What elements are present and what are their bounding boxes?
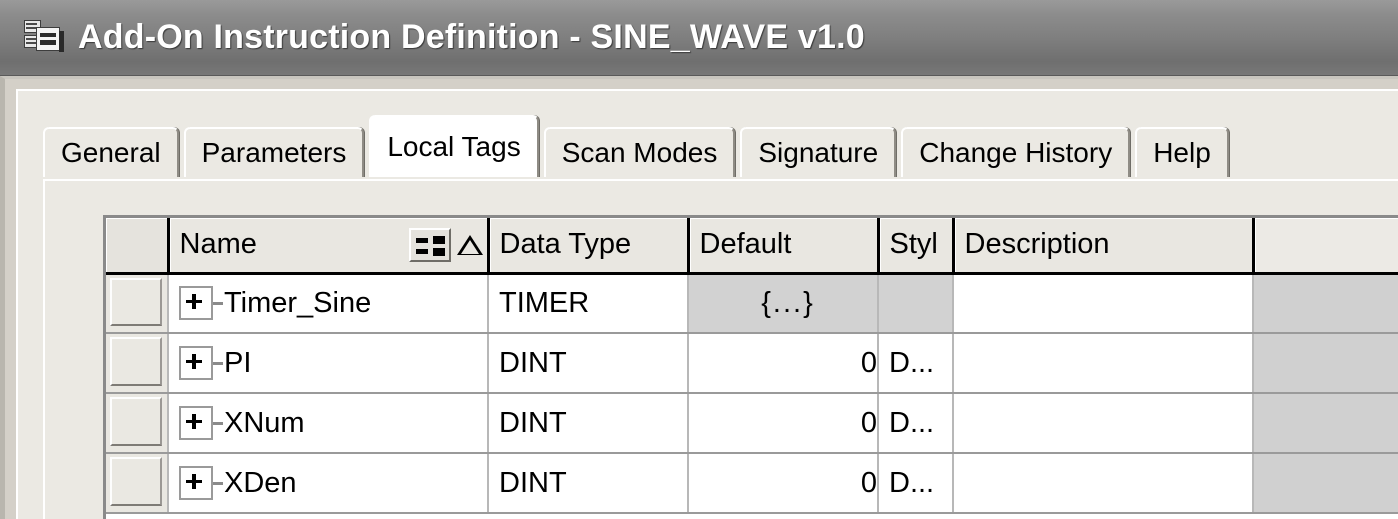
tab-scan-modes[interactable]: Scan Modes <box>543 127 736 177</box>
expand-icon[interactable] <box>179 346 213 380</box>
window-titlebar: Add-On Instruction Definition - SINE_WAV… <box>0 0 1398 76</box>
row-selector[interactable] <box>106 393 169 454</box>
add-on-instruction-icon <box>24 18 64 58</box>
dialog-body: General Parameters Local Tags Scan Modes… <box>0 76 1398 519</box>
expand-icon[interactable] <box>179 466 213 500</box>
tab-help[interactable]: Help <box>1135 127 1229 177</box>
sort-ascending-icon[interactable] <box>456 234 483 255</box>
cell-style[interactable]: D... <box>878 393 954 454</box>
tab-panel-local-tags: Name Data Type Default Styl Description … <box>43 179 1398 519</box>
cell-default[interactable]: 0 <box>688 453 879 514</box>
table-row[interactable]: XNum DINT 0 D... <box>106 393 1398 454</box>
tag-name: XDen <box>224 466 297 499</box>
tab-general[interactable]: General <box>43 127 179 177</box>
tab-local-tags[interactable]: Local Tags <box>369 115 539 177</box>
column-header-filler <box>1253 218 1398 275</box>
dialog-inner-frame: General Parameters Local Tags Scan Modes… <box>16 89 1398 519</box>
cell-name[interactable]: PI <box>168 333 489 394</box>
cell-name[interactable]: XDen <box>168 453 489 514</box>
cell-data-type[interactable]: DINT <box>488 333 689 394</box>
group-outline-icon[interactable] <box>408 227 451 262</box>
tree-connector-icon <box>213 301 223 305</box>
cell-default[interactable]: {...} <box>688 273 879 334</box>
local-tags-grid: Name Data Type Default Styl Description … <box>103 215 1398 519</box>
cell-style[interactable]: D... <box>878 333 954 394</box>
cell-description[interactable] <box>953 333 1254 394</box>
cell-style[interactable]: D... <box>878 453 954 514</box>
cell-filler <box>1253 333 1398 394</box>
table-row[interactable]: PI DINT 0 D... <box>106 333 1398 394</box>
cell-default[interactable]: 0 <box>688 393 879 454</box>
table-row[interactable]: XDen DINT 0 D... <box>106 453 1398 514</box>
column-header-name[interactable]: Name <box>168 218 490 275</box>
column-header-name-label: Name <box>179 228 257 261</box>
cell-description[interactable] <box>953 273 1254 334</box>
row-selector[interactable] <box>106 333 169 394</box>
column-header-data-type[interactable]: Data Type <box>488 218 690 275</box>
tree-connector-icon <box>213 421 223 425</box>
tab-change-history[interactable]: Change History <box>901 127 1131 177</box>
grid-corner-header[interactable] <box>106 218 170 275</box>
cell-filler <box>1253 393 1398 454</box>
row-selector[interactable] <box>106 453 169 514</box>
row-selector[interactable] <box>106 273 169 334</box>
tab-parameters[interactable]: Parameters <box>183 127 365 177</box>
cell-style[interactable] <box>878 273 954 334</box>
tab-signature[interactable]: Signature <box>740 127 897 177</box>
table-row[interactable]: Timer_Sine TIMER {...} <box>106 273 1398 334</box>
grid-header-row: Name Data Type Default Styl Description <box>106 218 1398 275</box>
column-header-default[interactable]: Default <box>688 218 880 275</box>
column-header-style[interactable]: Styl <box>878 218 955 275</box>
cell-filler <box>1253 273 1398 334</box>
column-header-description[interactable]: Description <box>953 218 1255 275</box>
tree-connector-icon <box>213 361 223 365</box>
cell-name[interactable]: Timer_Sine <box>168 273 489 334</box>
cell-data-type[interactable]: DINT <box>488 393 689 454</box>
cell-data-type[interactable]: TIMER <box>488 273 689 334</box>
cell-filler <box>1253 453 1398 514</box>
add-on-instruction-definition-window: Add-On Instruction Definition - SINE_WAV… <box>0 0 1398 519</box>
expand-icon[interactable] <box>179 406 213 440</box>
cell-description[interactable] <box>953 393 1254 454</box>
cell-data-type[interactable]: DINT <box>488 453 689 514</box>
cell-name[interactable]: XNum <box>168 393 489 454</box>
tag-name: Timer_Sine <box>224 286 372 319</box>
tree-connector-icon <box>213 481 223 485</box>
window-title: Add-On Instruction Definition - SINE_WAV… <box>78 18 865 56</box>
expand-icon[interactable] <box>179 286 213 321</box>
tag-name: XNum <box>224 406 305 439</box>
cell-description[interactable] <box>953 453 1254 514</box>
tag-name: PI <box>224 346 252 379</box>
tab-strip: General Parameters Local Tags Scan Modes… <box>43 115 1234 177</box>
cell-default[interactable]: 0 <box>688 333 879 394</box>
